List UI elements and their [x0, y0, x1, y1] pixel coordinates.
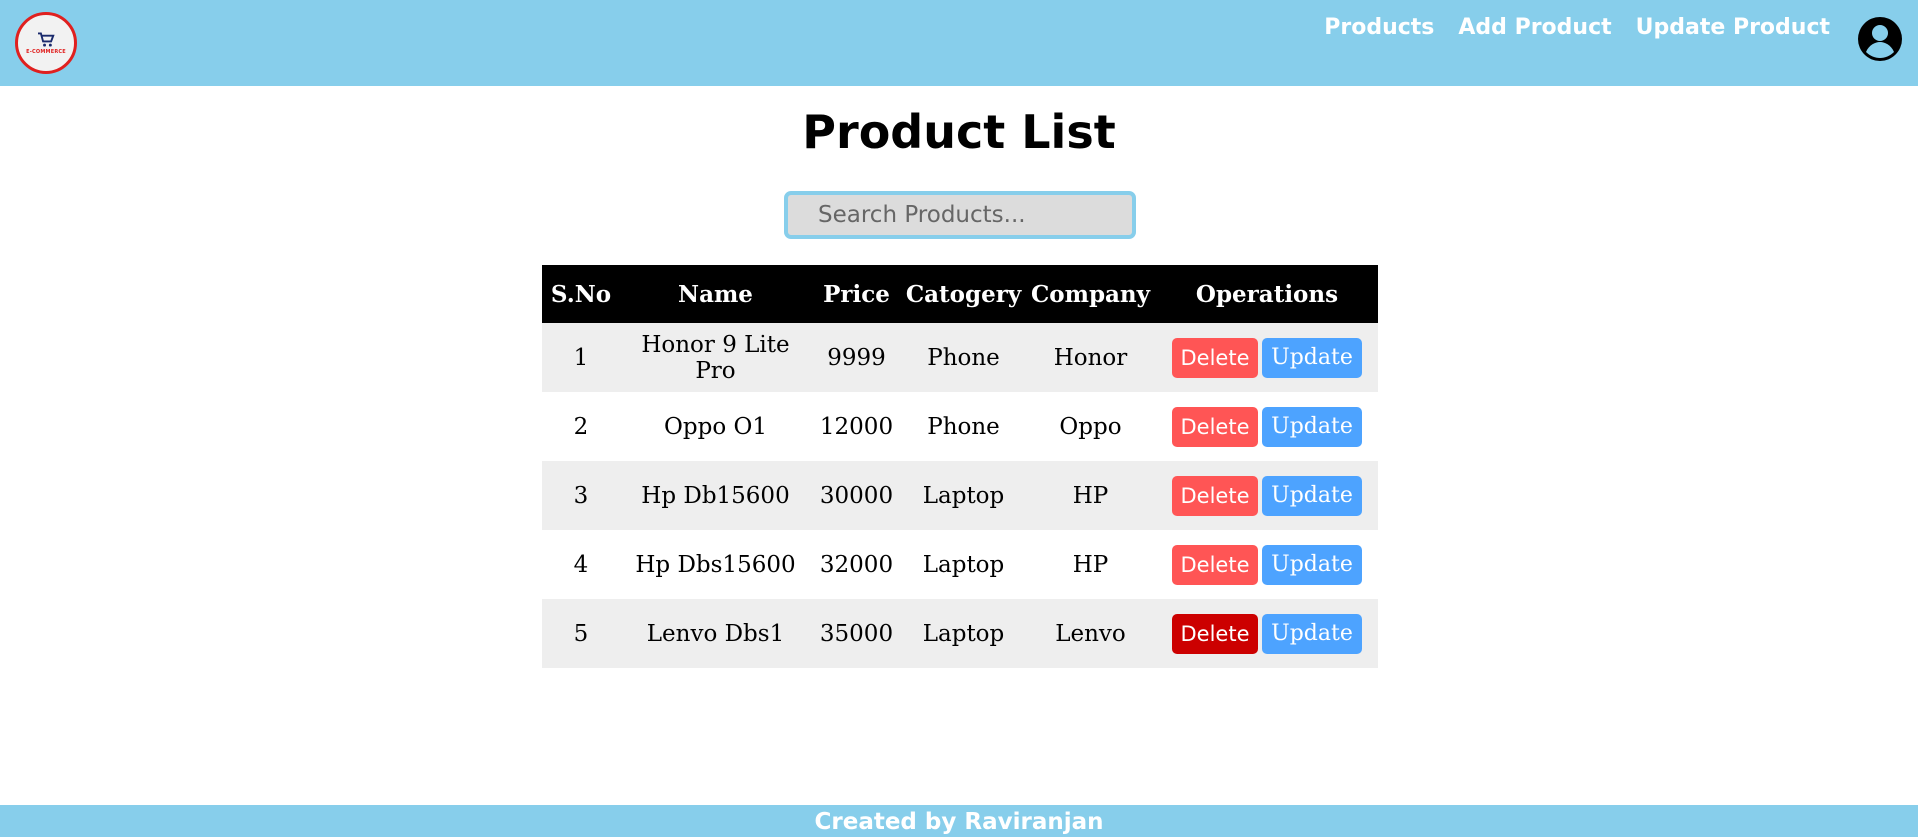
cell-price: 35000: [819, 620, 894, 647]
cell-name: Hp Dbs15600: [635, 551, 796, 578]
operations-group: Delete Update: [1156, 337, 1378, 378]
cell-operations: Delete Update: [1156, 461, 1378, 530]
header-company: Company: [1025, 265, 1156, 323]
logo-text: E-COMMERCE: [26, 48, 66, 55]
update-button[interactable]: Update: [1262, 544, 1362, 585]
cell-operations: Delete Update: [1156, 530, 1378, 599]
cell-company: Lenvo: [1055, 620, 1126, 647]
cell-operations: Delete Update: [1156, 323, 1378, 392]
table-header-row: S.No Name Price Catogery Company Operati…: [542, 265, 1378, 323]
footer-text: Created by Raviranjan: [814, 809, 1104, 835]
cell-operations: Delete Update: [1156, 599, 1378, 668]
product-table: S.No Name Price Catogery Company Operati…: [542, 265, 1378, 668]
table-row: 3 Hp Db15600 30000 Laptop HP Delete Upda…: [542, 461, 1378, 530]
update-button[interactable]: Update: [1262, 613, 1362, 654]
cell-name: Honor 9 Lite Pro: [641, 331, 790, 384]
cell-category: Phone: [927, 344, 1000, 371]
shopping-cart-icon: [38, 32, 55, 47]
delete-button[interactable]: Delete: [1172, 337, 1258, 378]
operations-group: Delete Update: [1156, 475, 1378, 516]
delete-button[interactable]: Delete: [1172, 475, 1258, 516]
cell-category: Laptop: [922, 551, 1005, 578]
cell-name: Lenvo Dbs1: [646, 620, 785, 647]
table-row: 5 Lenvo Dbs1 35000 Laptop Lenvo Delete U…: [542, 599, 1378, 668]
logo[interactable]: E-COMMERCE: [15, 12, 77, 74]
header-price: Price: [811, 265, 902, 323]
header-name: Name: [620, 265, 811, 323]
cell-price: 9999: [827, 344, 886, 371]
header-category: Catogery: [902, 265, 1025, 323]
cell-operations: Delete Update: [1156, 392, 1378, 461]
cell-company: HP: [1072, 551, 1109, 578]
cell-category: Laptop: [922, 620, 1005, 647]
cell-category: Phone: [927, 413, 1000, 440]
table-row: 2 Oppo O1 12000 Phone Oppo Delete Update: [542, 392, 1378, 461]
cell-sno: 2: [573, 413, 589, 440]
operations-group: Delete Update: [1156, 544, 1378, 585]
header-sno: S.No: [542, 265, 620, 323]
table-row: 4 Hp Dbs15600 32000 Laptop HP Delete Upd…: [542, 530, 1378, 599]
cell-category: Laptop: [922, 482, 1005, 509]
nav-link-add-product[interactable]: Add Product: [1458, 15, 1611, 40]
update-button[interactable]: Update: [1262, 475, 1362, 516]
search-input[interactable]: [784, 191, 1136, 239]
navbar: E-COMMERCE Products Add Product Update P…: [0, 0, 1918, 86]
cell-sno: 4: [573, 551, 589, 578]
page-title: Product List: [802, 105, 1116, 159]
cell-company: HP: [1072, 482, 1109, 509]
update-button[interactable]: Update: [1262, 337, 1362, 378]
cell-company: Honor: [1053, 344, 1128, 371]
operations-group: Delete Update: [1156, 613, 1378, 654]
operations-group: Delete Update: [1156, 406, 1378, 447]
cell-price: 32000: [819, 551, 894, 578]
cell-price: 30000: [819, 482, 894, 509]
cell-company: Oppo: [1059, 413, 1122, 440]
nav-links: Products Add Product Update Product: [1324, 15, 1830, 40]
nav-link-update-product[interactable]: Update Product: [1636, 15, 1830, 40]
cell-sno: 1: [573, 344, 589, 371]
cell-sno: 5: [573, 620, 589, 647]
cell-sno: 3: [573, 482, 589, 509]
cell-name: Oppo O1: [664, 413, 767, 440]
delete-button[interactable]: Delete: [1172, 406, 1258, 447]
nav-link-products[interactable]: Products: [1324, 15, 1434, 40]
update-button[interactable]: Update: [1262, 406, 1362, 447]
user-avatar-icon[interactable]: [1857, 16, 1903, 62]
header-operations: Operations: [1156, 265, 1378, 323]
table-row: 1 Honor 9 Lite Pro 9999 Phone Honor Dele…: [542, 323, 1378, 392]
cell-name: Hp Db15600: [641, 482, 790, 509]
cell-price: 12000: [819, 413, 894, 440]
delete-button[interactable]: Delete: [1172, 544, 1258, 585]
footer: Created by Raviranjan: [0, 805, 1918, 837]
delete-button[interactable]: Delete: [1172, 613, 1258, 654]
